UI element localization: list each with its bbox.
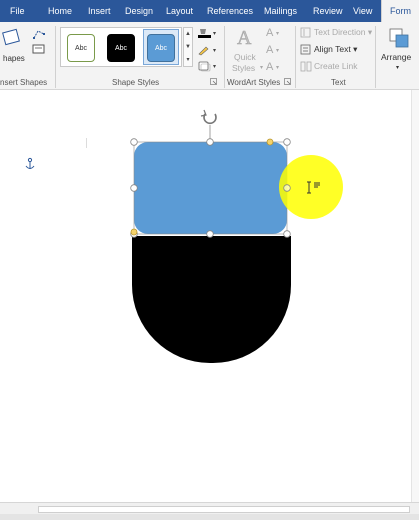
- black-rounded-shape[interactable]: [132, 236, 291, 363]
- ribbon: hapes nsert Shapes Abc Abc Abc ▲ ▼ ▾ ▾ ▾…: [0, 22, 419, 90]
- resize-handle-w[interactable]: [130, 184, 138, 192]
- group-label-insert-shapes: nsert Shapes: [0, 78, 48, 87]
- resize-handle-n[interactable]: [206, 138, 214, 146]
- shape-style-blue[interactable]: Abc: [147, 34, 175, 62]
- group-label-shape-styles: Shape Styles: [112, 78, 160, 87]
- ribbon-tab-bar: File Home Insert Design Layout Reference…: [0, 0, 419, 24]
- group-separator: [224, 26, 225, 88]
- tab-review[interactable]: Review: [313, 0, 343, 22]
- text-fill-dropdown-icon[interactable]: ▾: [276, 30, 279, 37]
- shape-fill-icon[interactable]: ▾: [197, 27, 219, 39]
- svg-text:A: A: [237, 27, 252, 47]
- horizontal-scrollbar[interactable]: [0, 502, 419, 514]
- tab-file[interactable]: File: [10, 0, 25, 22]
- shape-outline-icon[interactable]: ▾: [197, 44, 219, 56]
- tab-format[interactable]: Form: [381, 0, 419, 24]
- gallery-down-icon[interactable]: ▼: [184, 41, 192, 54]
- arrange-dropdown-icon[interactable]: ▾: [396, 64, 399, 71]
- gallery-up-icon[interactable]: ▲: [184, 28, 192, 41]
- adjustment-handle-left[interactable]: [130, 228, 138, 236]
- shapes-icon[interactable]: [2, 28, 26, 50]
- shape-style-black[interactable]: Abc: [107, 34, 135, 62]
- create-link-icon[interactable]: [300, 61, 312, 72]
- text-direction-icon[interactable]: [300, 27, 312, 38]
- text-fill-icon[interactable]: A: [266, 27, 273, 39]
- resize-handle-nw[interactable]: [130, 138, 138, 146]
- resize-handle-s[interactable]: [206, 230, 214, 238]
- status-bar: [0, 514, 419, 520]
- tab-insert[interactable]: Insert: [88, 0, 111, 22]
- edit-shape-icon[interactable]: [32, 28, 46, 40]
- style-gallery-scroll: ▲ ▼ ▾: [183, 27, 193, 67]
- quick-styles-label-1[interactable]: Quick: [234, 52, 256, 62]
- text-outline-dropdown-icon[interactable]: ▾: [276, 47, 279, 54]
- align-text-icon[interactable]: [300, 44, 312, 55]
- align-text-button[interactable]: Align Text ▾: [314, 44, 357, 55]
- shape-styles-launcher-icon[interactable]: [210, 78, 218, 86]
- horizontal-scroll-thumb[interactable]: [38, 506, 410, 513]
- resize-handle-ne[interactable]: [283, 138, 291, 146]
- svg-text:▾: ▾: [213, 31, 216, 37]
- resize-handle-e[interactable]: [283, 184, 291, 192]
- arrange-button[interactable]: Arrange: [381, 52, 411, 62]
- adjustment-handle-top[interactable]: [266, 138, 274, 146]
- shape-style-outline[interactable]: Abc: [67, 34, 95, 62]
- text-effects-icon[interactable]: A: [266, 61, 273, 73]
- group-separator: [295, 26, 296, 88]
- shape-effects-icon[interactable]: ▾: [197, 60, 219, 72]
- vertical-scrollbar[interactable]: [411, 90, 419, 502]
- wordart-launcher-icon[interactable]: [284, 78, 292, 86]
- group-separator: [55, 26, 56, 88]
- arrange-icon[interactable]: [388, 27, 410, 49]
- text-box-icon[interactable]: [32, 43, 46, 55]
- svg-text:▾: ▾: [213, 48, 216, 54]
- anchor-icon[interactable]: [25, 157, 35, 169]
- group-label-wordart-styles: WordArt Styles: [227, 78, 281, 87]
- tab-design[interactable]: Design: [125, 0, 153, 22]
- text-direction-button[interactable]: Text Direction ▾: [314, 27, 372, 38]
- quick-styles-dropdown-icon[interactable]: ▾: [260, 64, 263, 71]
- group-separator: [375, 26, 376, 88]
- tab-mailings[interactable]: Mailings: [264, 0, 297, 22]
- quick-styles-icon[interactable]: A: [234, 25, 260, 47]
- group-label-text: Text: [331, 78, 346, 87]
- shape-canvas: [25, 109, 343, 363]
- document-canvas[interactable]: [0, 90, 419, 502]
- blue-rounded-rectangle[interactable]: [134, 142, 287, 234]
- tab-view[interactable]: View: [353, 0, 372, 22]
- text-direction-label: Text Direction: [314, 27, 366, 37]
- resize-handle-se[interactable]: [283, 230, 291, 238]
- text-effects-dropdown-icon[interactable]: ▾: [276, 64, 279, 71]
- tab-home[interactable]: Home: [48, 0, 72, 22]
- text-outline-icon[interactable]: A: [266, 44, 273, 56]
- shapes-button[interactable]: hapes: [3, 54, 25, 63]
- gallery-more-icon[interactable]: ▾: [184, 54, 192, 67]
- create-link-button[interactable]: Create Link: [314, 61, 357, 71]
- quick-styles-label-2[interactable]: Styles: [232, 63, 255, 73]
- svg-text:▾: ▾: [213, 64, 216, 70]
- align-text-label: Align Text: [314, 44, 351, 54]
- rotate-handle-icon[interactable]: [200, 109, 217, 142]
- tab-references[interactable]: References: [207, 0, 253, 22]
- tab-layout[interactable]: Layout: [166, 0, 193, 22]
